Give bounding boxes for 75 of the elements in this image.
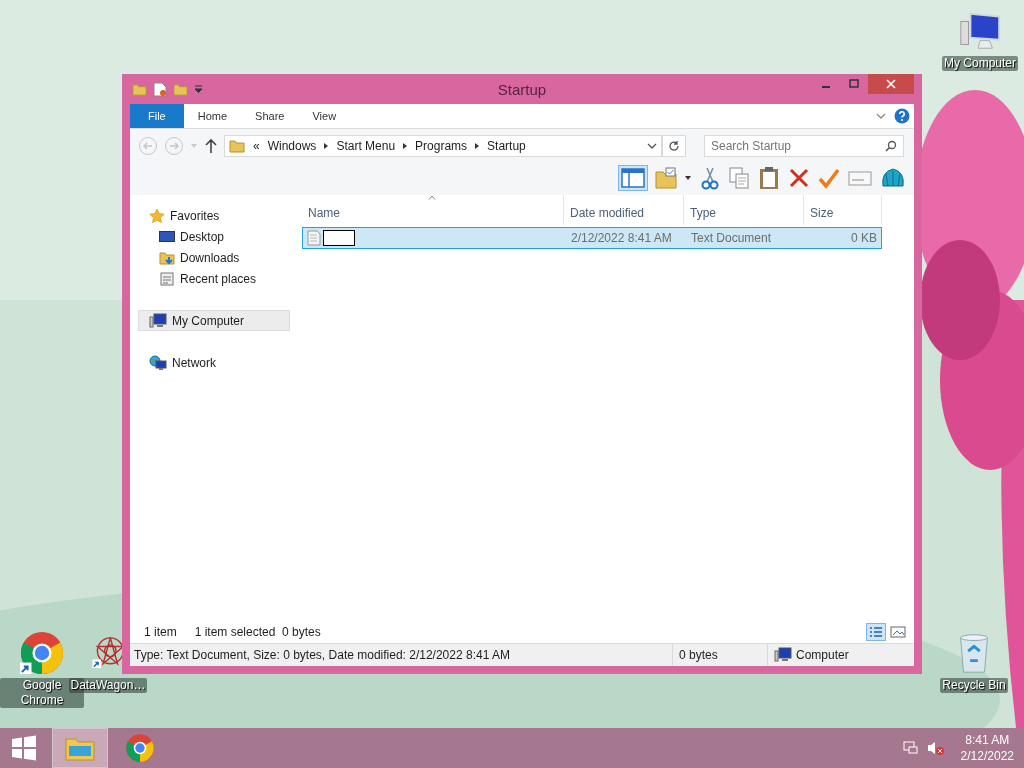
large-icons-view-button[interactable] — [888, 623, 908, 641]
search-input[interactable]: Search Startup — [711, 139, 885, 153]
status-text: Type: Text Document, Size: 0 bytes, Date modified: 2/12/2022 8:41 AM — [133, 648, 511, 662]
refresh-icon — [668, 140, 680, 152]
column-header[interactable]: Name — [302, 195, 564, 225]
recent-places-icon — [159, 270, 175, 287]
up-button[interactable] — [204, 138, 218, 154]
image-icon — [890, 625, 906, 639]
search-field[interactable]: Search Startup — [704, 135, 904, 157]
selection-info: 1 item selected 0 bytes — [194, 625, 321, 639]
dropdown-icon[interactable] — [647, 142, 657, 150]
nav-item[interactable]: Network — [138, 352, 290, 373]
chevron-icon[interactable] — [876, 112, 886, 120]
date-cell-text: 2/12/2022 8:41 AM — [570, 231, 673, 245]
type-cell-text: Text Document — [690, 231, 773, 245]
folder-icon — [229, 138, 245, 154]
close-icon — [886, 79, 896, 89]
window-title: Startup — [497, 81, 547, 98]
clock-date[interactable]: 2/12/2022 — [960, 748, 1014, 764]
computer-icon — [774, 647, 792, 663]
network-icon[interactable] — [902, 740, 919, 756]
text-document-icon — [307, 230, 321, 246]
nav-item[interactable]: Downloads — [148, 247, 290, 268]
muted-speaker-icon[interactable] — [926, 740, 945, 756]
folder-icon — [132, 81, 147, 97]
breadcrumb[interactable]: Start Menu — [336, 139, 396, 153]
network-icon — [149, 354, 167, 371]
refresh-button[interactable] — [662, 135, 686, 157]
download-folder-icon — [159, 249, 175, 266]
rename-field[interactable] — [323, 230, 355, 246]
breadcrumb[interactable]: Programs — [415, 139, 468, 153]
nav-item[interactable]: Desktop — [148, 226, 290, 247]
chrome-icon — [19, 630, 65, 676]
file-row[interactable]: 2/12/2022 8:41 AM Text Document 0 KB — [302, 227, 882, 249]
preview-pane-button[interactable] — [618, 165, 648, 191]
clock-time[interactable]: 8:41 AM — [965, 732, 1010, 748]
desktop-icon-label[interactable]: DataWagon… — [68, 678, 148, 693]
column-header[interactable]: Type — [684, 195, 804, 225]
ribbon-tab[interactable]: Home — [183, 104, 242, 128]
column-header[interactable]: Size — [804, 195, 882, 225]
ribbon-tab[interactable]: View — [298, 104, 351, 128]
size-cell-text: 0 KB — [850, 231, 878, 245]
monitor-icon — [159, 229, 175, 244]
overflow-chevron[interactable]: « — [253, 139, 260, 153]
maximize-icon — [849, 79, 859, 89]
folder-options-button[interactable] — [652, 165, 694, 191]
new-document-icon[interactable] — [153, 81, 167, 97]
status-size: 0 bytes — [672, 644, 767, 666]
starburst-icon — [92, 637, 124, 669]
caret-icon — [684, 175, 692, 181]
star-icon — [149, 207, 165, 224]
details-list-icon — [868, 625, 884, 639]
chrome-icon — [125, 733, 155, 763]
windows-logo-icon — [11, 735, 37, 761]
nav-item[interactable]: Favorites — [138, 205, 290, 226]
desktop-icon-label[interactable]: My Computer — [942, 56, 1018, 71]
minimize-icon — [822, 86, 830, 88]
nav-item[interactable]: My Computer — [138, 310, 290, 331]
search-icon[interactable] — [885, 140, 897, 152]
dropdown-icon[interactable] — [194, 85, 203, 93]
status-location: Computer — [796, 648, 849, 662]
breadcrumb[interactable]: Startup — [487, 139, 526, 153]
address-bar[interactable]: « Windows Start Menu Programs Startup — [224, 135, 662, 157]
breadcrumb[interactable]: Windows — [267, 139, 317, 153]
close-button[interactable] — [868, 74, 914, 94]
new-folder-icon — [173, 81, 188, 97]
nav-item[interactable]: Recent places — [148, 268, 290, 289]
column-header[interactable]: Date modified — [564, 195, 684, 225]
file-menu-tab[interactable]: File — [130, 104, 184, 128]
item-count: 1 item — [144, 625, 177, 639]
help-icon[interactable] — [894, 108, 910, 124]
computer-icon — [149, 312, 167, 329]
ribbon-tab[interactable]: Share — [241, 104, 299, 128]
details-view-button[interactable] — [866, 623, 886, 641]
desktop-icon-label[interactable]: Recycle Bin — [940, 678, 1008, 693]
